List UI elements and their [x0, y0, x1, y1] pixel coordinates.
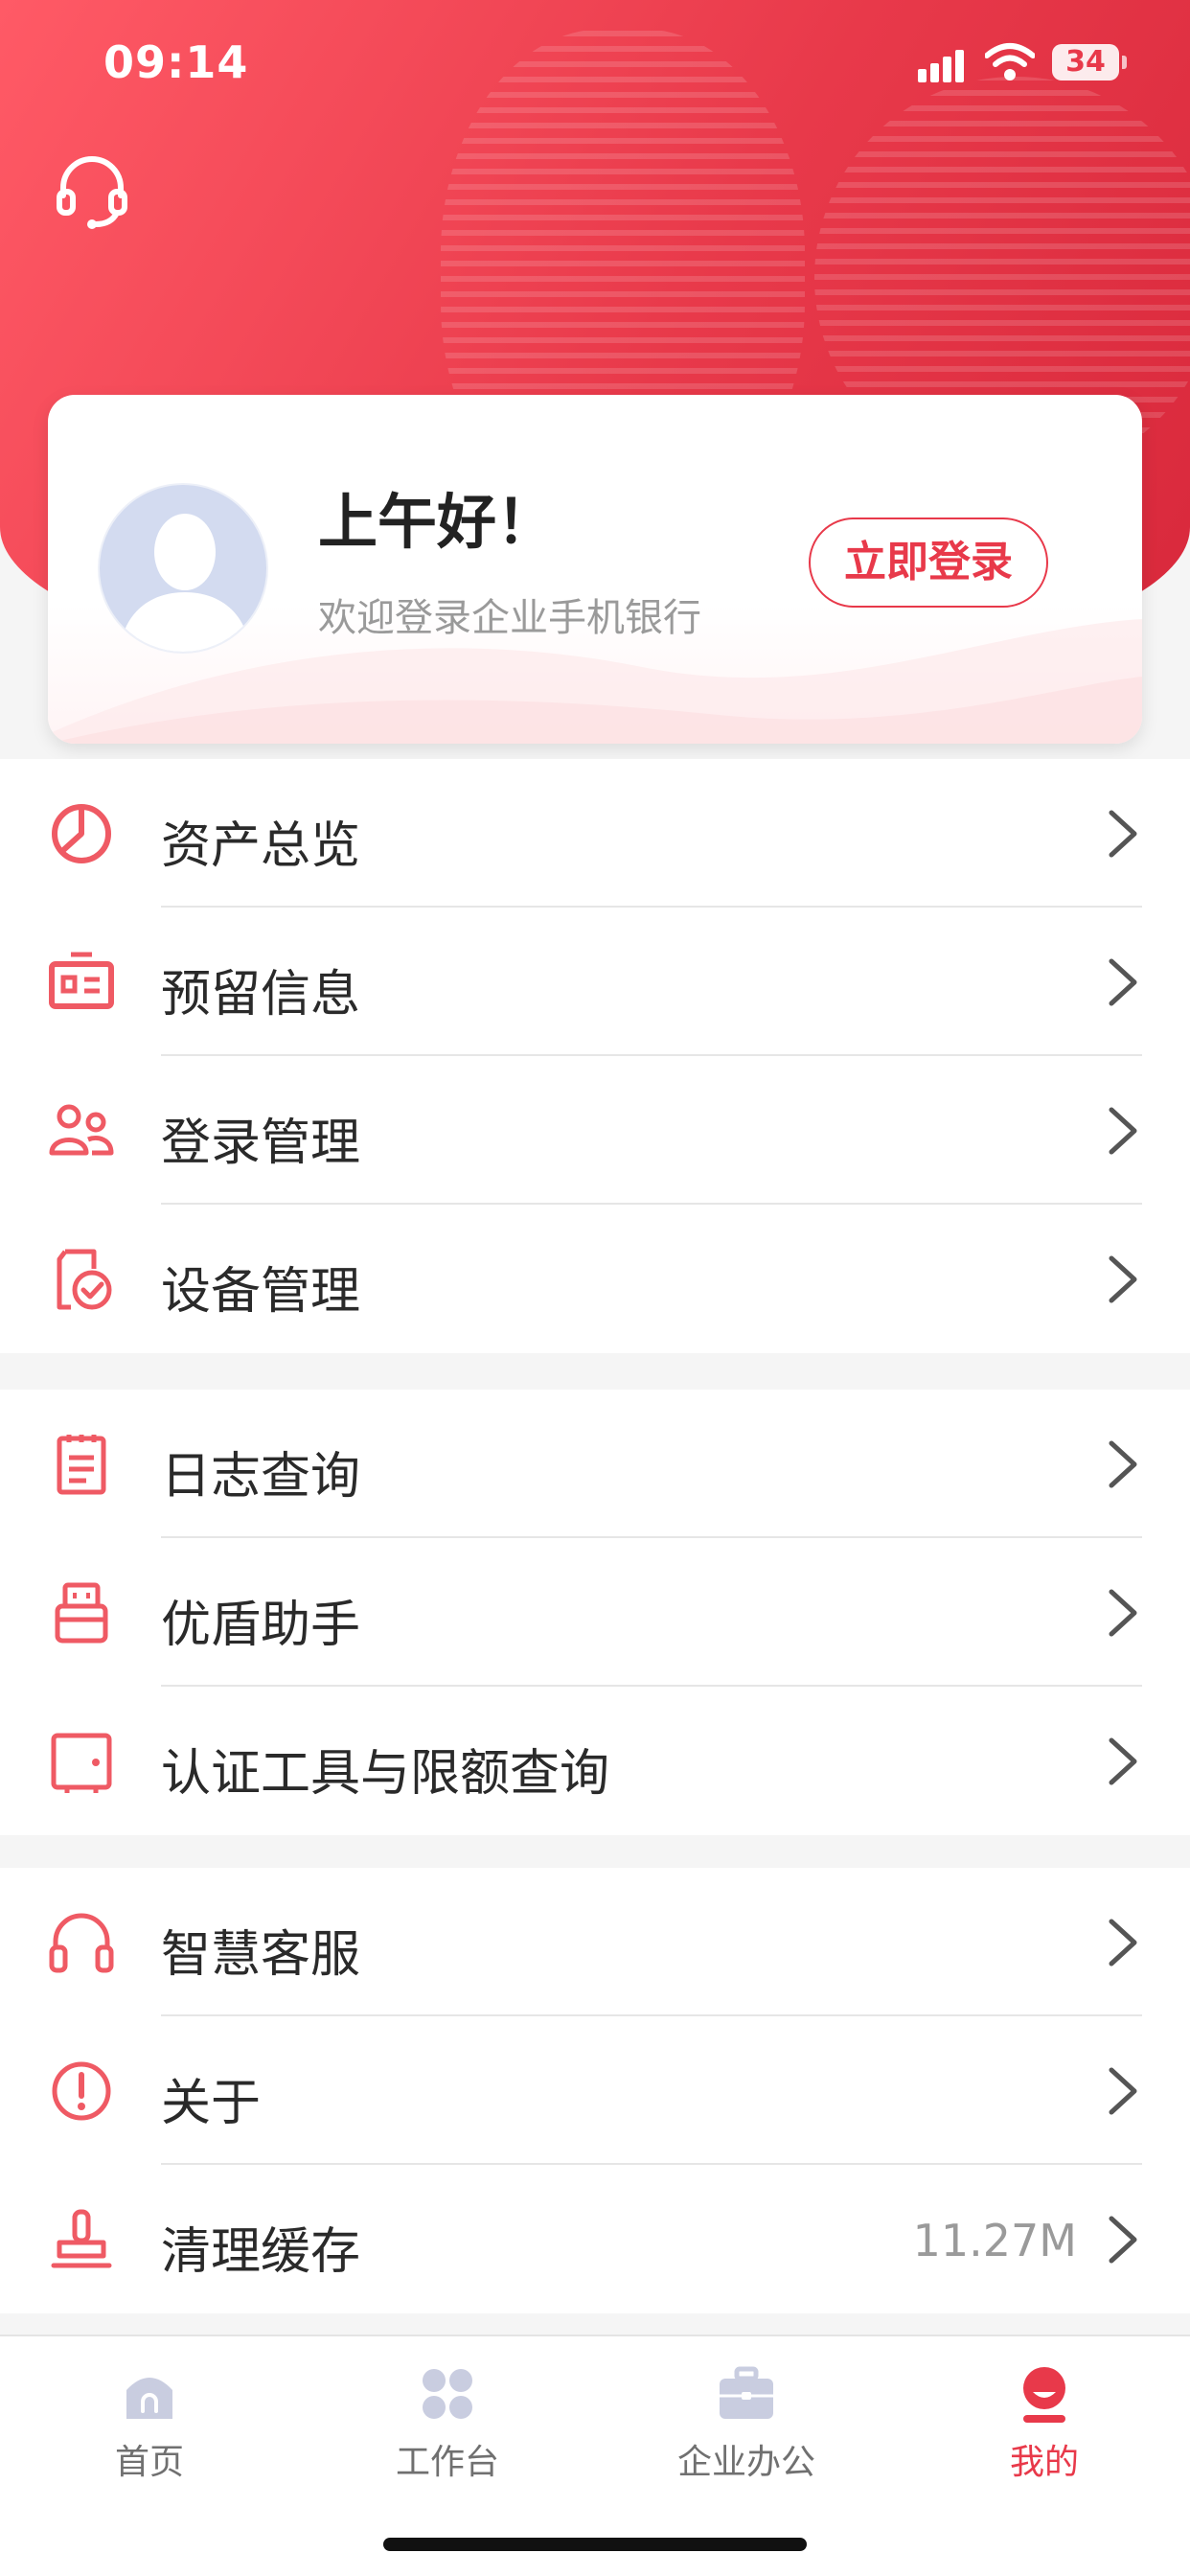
chevron-right-icon [1109, 958, 1137, 1006]
menu-item-label: 设备管理 [161, 1263, 361, 1321]
menu-item-ukey-assistant[interactable]: 优盾助手 [0, 1538, 1190, 1687]
user-silhouette-icon [119, 514, 251, 652]
info-icon [52, 2061, 111, 2121]
menu-item-label: 优盾助手 [161, 1597, 361, 1654]
menu-item-label: 资产总览 [161, 817, 361, 875]
tab-mine[interactable]: 我的 [949, 2363, 1140, 2488]
tab-label: 工作台 [395, 2443, 499, 2482]
menu-item-login-management[interactable]: 登录管理 [0, 1056, 1190, 1205]
menu-item-about[interactable]: 关于 [0, 2016, 1190, 2165]
briefcase-icon [720, 2366, 773, 2419]
chevron-right-icon [1109, 2067, 1137, 2115]
welcome-text: 欢迎登录企业手机银行 [318, 596, 701, 640]
usb-key-icon [55, 1582, 108, 1644]
pie-chart-icon [52, 804, 111, 863]
auth-tool-icon [51, 1733, 112, 1793]
menu-item-reserved-info[interactable]: 预留信息 [0, 908, 1190, 1056]
menu-group-tools: 日志查询 优盾助手 认证工具与限额查询 [0, 1390, 1190, 1835]
tab-home[interactable]: 首页 [54, 2363, 245, 2488]
menu-item-asset-overview[interactable]: 资产总览 [0, 759, 1190, 908]
menu-item-device-management[interactable]: 设备管理 [0, 1205, 1190, 1353]
status-time: 09:14 [103, 36, 249, 88]
menu-item-label: 关于 [161, 2075, 262, 2132]
menu-item-smart-service[interactable]: 智慧客服 [0, 1868, 1190, 2016]
cache-size: 11.27M [912, 2215, 1077, 2266]
chevron-right-icon [1109, 1737, 1137, 1785]
tab-label: 企业办公 [676, 2443, 815, 2482]
menu-item-label: 认证工具与限额查询 [161, 1745, 610, 1803]
menu-item-clear-cache[interactable]: 清理缓存 11.27M [0, 2165, 1190, 2313]
profile-icon [1023, 2367, 1065, 2423]
tab-label: 首页 [114, 2443, 184, 2482]
greeting-text: 上午好！ [318, 487, 557, 557]
menu-group-support: 智慧客服 关于 清理缓存 11.27M [0, 1868, 1190, 2313]
device-check-icon [57, 1249, 112, 1310]
menu-item-auth-tools-limit[interactable]: 认证工具与限额查询 [0, 1687, 1190, 1835]
status-bar: 09:14 34 [0, 0, 1190, 125]
id-card-icon [49, 952, 114, 1009]
wifi-icon [985, 43, 1035, 80]
menu-item-label: 日志查询 [161, 1448, 361, 1506]
menu-group-account: 资产总览 预留信息 登录管理 设备管理 [0, 759, 1190, 1353]
tab-workbench[interactable]: 工作台 [352, 2363, 543, 2488]
chevron-right-icon [1109, 810, 1137, 858]
menu-item-label: 预留信息 [161, 966, 361, 1024]
chevron-right-icon [1109, 1589, 1137, 1637]
menu-item-label: 智慧客服 [161, 1926, 361, 1984]
chevron-right-icon [1109, 1440, 1137, 1488]
menu-item-log-query[interactable]: 日志查询 [0, 1390, 1190, 1538]
tab-enterprise-office[interactable]: 企业办公 [651, 2363, 842, 2488]
log-icon [57, 1435, 106, 1495]
login-button[interactable]: 立即登录 [809, 518, 1048, 608]
chevron-right-icon [1109, 1919, 1137, 1966]
battery-indicator: 34 [1052, 44, 1127, 80]
headset-icon [49, 1913, 114, 1973]
tab-label: 我的 [1009, 2443, 1079, 2482]
home-indicator [383, 2538, 807, 2551]
users-icon [49, 1104, 114, 1156]
chevron-right-icon [1109, 1255, 1137, 1303]
menu-item-label: 登录管理 [161, 1115, 361, 1172]
chevron-right-icon [1109, 2216, 1137, 2264]
menu-item-label: 清理缓存 [161, 2223, 361, 2281]
avatar[interactable] [98, 483, 268, 654]
profile-card: 上午好！ 欢迎登录企业手机银行 立即登录 [48, 395, 1142, 744]
signal-icon [918, 50, 970, 82]
home-icon [126, 2378, 172, 2419]
grid-icon [423, 2369, 472, 2419]
stamp-icon [51, 2209, 112, 2268]
customer-service-icon[interactable] [54, 153, 130, 230]
chevron-right-icon [1109, 1107, 1137, 1155]
